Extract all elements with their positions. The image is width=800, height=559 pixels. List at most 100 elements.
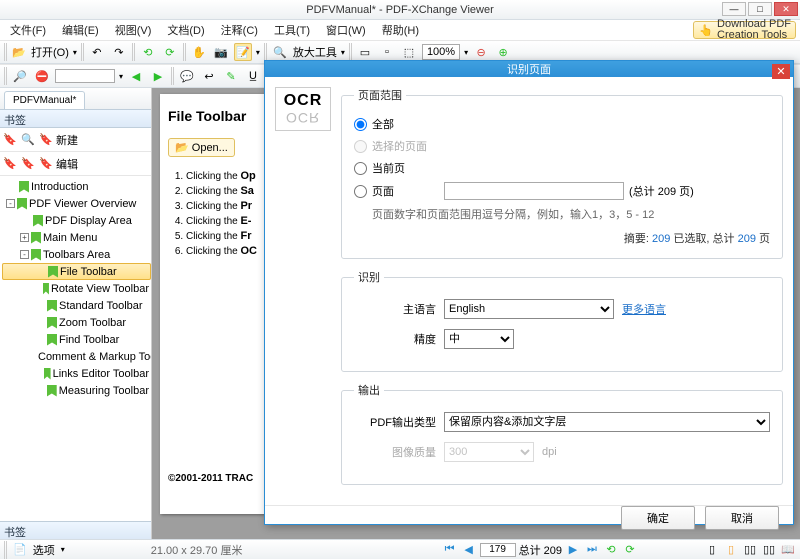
statusbar-grip[interactable] bbox=[4, 541, 7, 559]
bookmark-item[interactable]: -PDF Viewer Overview bbox=[2, 195, 151, 212]
bookmark-item[interactable]: Measuring Toolbar bbox=[2, 382, 151, 399]
bookmark-search-icon[interactable]: 🔍 bbox=[20, 132, 36, 148]
toolbar-grip[interactable] bbox=[183, 43, 186, 61]
zoom-value[interactable]: 100% bbox=[422, 44, 460, 60]
window-maximize-button[interactable]: □ bbox=[748, 2, 772, 16]
sidebar-edit-button[interactable]: 编辑 bbox=[56, 156, 78, 172]
hand-tool-button[interactable]: ✋ bbox=[190, 43, 208, 61]
bookmark-new-icon[interactable]: 🔖 bbox=[2, 132, 18, 148]
bookmark-item[interactable]: Find Toolbar bbox=[2, 331, 151, 348]
bookmark-expand-icon[interactable]: 🔖 bbox=[2, 156, 18, 172]
next-page-button[interactable]: ▶ bbox=[565, 542, 581, 558]
snapshot-tool-button[interactable]: 📷 bbox=[212, 43, 230, 61]
menu-comment[interactable]: 注释(C) bbox=[215, 20, 264, 40]
range-pages-input[interactable] bbox=[444, 182, 624, 200]
range-current-radio[interactable] bbox=[354, 162, 367, 175]
more-languages-link[interactable]: 更多语言 bbox=[622, 301, 666, 317]
zoom-minus-button[interactable]: ⊖ bbox=[472, 43, 490, 61]
dialog-titlebar[interactable]: 识别页面 ✕ bbox=[265, 61, 793, 77]
bookmark-item[interactable]: Introduction bbox=[2, 178, 151, 195]
fit-page-button[interactable]: ▫ bbox=[378, 43, 396, 61]
rotate-ccw-button[interactable]: ⟲ bbox=[139, 43, 157, 61]
callout-button[interactable]: ↩︎ bbox=[200, 67, 218, 85]
layout-continuous-button[interactable]: ▯ bbox=[723, 542, 739, 558]
select-tool-button[interactable]: 📝 bbox=[234, 43, 252, 61]
find-prev-button[interactable]: ◀ bbox=[127, 67, 145, 85]
page-number-input[interactable] bbox=[480, 543, 516, 557]
bookmark-item[interactable]: + Main Menu bbox=[2, 229, 151, 246]
toolbar-grip[interactable] bbox=[4, 43, 7, 61]
window-minimize-button[interactable]: — bbox=[722, 2, 746, 16]
accuracy-select[interactable]: 中 bbox=[444, 329, 514, 349]
bookmark-item[interactable]: Zoom Toolbar bbox=[2, 314, 151, 331]
find-button[interactable]: 🔎 bbox=[11, 67, 29, 85]
layout-facing-button[interactable]: ▯▯ bbox=[742, 542, 758, 558]
bookmark-icon[interactable]: 🔖 bbox=[38, 132, 54, 148]
menu-view[interactable]: 视图(V) bbox=[109, 20, 158, 40]
toolbar-grip[interactable] bbox=[81, 43, 84, 61]
menu-help[interactable]: 帮助(H) bbox=[376, 20, 425, 40]
bookmark-tree[interactable]: Introduction-PDF Viewer OverviewPDF Disp… bbox=[0, 176, 151, 521]
dialog-ok-button[interactable]: 确定 bbox=[621, 506, 695, 530]
dialog-close-button[interactable]: ✕ bbox=[772, 64, 790, 79]
bookmark-item[interactable]: PDF Display Area bbox=[2, 212, 151, 229]
dialog-cancel-button[interactable]: 取消 bbox=[705, 506, 779, 530]
document-tab[interactable]: PDFVManual* bbox=[4, 91, 85, 109]
nav-back-button[interactable]: ⟲ bbox=[603, 542, 619, 558]
bookmark-item[interactable]: Rotate View Toolbar bbox=[2, 280, 151, 297]
menu-file[interactable]: 文件(F) bbox=[4, 20, 52, 40]
fit-width-button[interactable]: ⬚ bbox=[400, 43, 418, 61]
toolbar-grip[interactable] bbox=[349, 43, 352, 61]
bookmark-item[interactable]: Links Editor Toolbar bbox=[2, 365, 151, 382]
layout-book-button[interactable]: 📖 bbox=[780, 542, 796, 558]
download-pdf-tools-button[interactable]: 👆 Download PDF Creation Tools bbox=[693, 21, 796, 39]
menu-tool[interactable]: 工具(T) bbox=[268, 20, 316, 40]
open-button[interactable]: 打开(O) bbox=[31, 44, 69, 60]
layout-single-button[interactable]: ▯ bbox=[704, 542, 720, 558]
lang-select[interactable]: English bbox=[444, 299, 614, 319]
bookmark-item[interactable]: -Toolbars Area bbox=[2, 246, 151, 263]
rotate-cw-button[interactable]: ⟳ bbox=[161, 43, 179, 61]
menu-edit[interactable]: 编辑(E) bbox=[56, 20, 105, 40]
nav-forward-button[interactable]: ⟳ bbox=[622, 542, 638, 558]
page-total-label: 总计 209 bbox=[519, 542, 562, 558]
last-page-button[interactable]: ⏭ bbox=[584, 542, 600, 558]
toolbar-grip[interactable] bbox=[4, 67, 7, 85]
prev-page-button[interactable]: ◀ bbox=[461, 542, 477, 558]
bookmark-item[interactable]: Comment & Markup Toolbar bbox=[2, 348, 151, 365]
sidebar-new-button[interactable]: 新建 bbox=[56, 132, 78, 148]
find-input[interactable] bbox=[55, 69, 115, 83]
window-close-button[interactable]: ✕ bbox=[774, 2, 798, 16]
bookmark-label: Main Menu bbox=[43, 232, 97, 244]
options-button[interactable]: 选项 bbox=[33, 542, 55, 558]
tree-expand-icon[interactable]: + bbox=[20, 233, 29, 242]
tree-expand-icon[interactable]: - bbox=[6, 199, 15, 208]
underline-button[interactable]: U̲ bbox=[244, 67, 262, 85]
highlight-button[interactable]: ✎ bbox=[222, 67, 240, 85]
zoom-tool-label[interactable]: 放大工具 bbox=[293, 44, 337, 60]
zoom-out-button[interactable]: 🔍 bbox=[271, 43, 289, 61]
redo-button[interactable]: ↷ bbox=[110, 43, 128, 61]
bookmark-item[interactable]: File Toolbar bbox=[2, 263, 151, 280]
tree-expand-icon[interactable]: - bbox=[20, 250, 29, 259]
toolbar-grip[interactable] bbox=[171, 67, 174, 85]
bookmark-item[interactable]: Standard Toolbar bbox=[2, 297, 151, 314]
bookmark-collapse-icon[interactable]: 🔖 bbox=[20, 156, 36, 172]
output-type-select[interactable]: 保留原内容&添加文字层 bbox=[444, 412, 770, 432]
find-next-button[interactable]: ▶ bbox=[149, 67, 167, 85]
undo-button[interactable]: ↶ bbox=[88, 43, 106, 61]
zoom-plus-button[interactable]: ⊕ bbox=[494, 43, 512, 61]
toolbar-grip[interactable] bbox=[132, 43, 135, 61]
layout-facing-cont-button[interactable]: ▯▯ bbox=[761, 542, 777, 558]
range-all-radio[interactable] bbox=[354, 118, 367, 131]
range-pages-radio[interactable] bbox=[354, 185, 367, 198]
toolbar-grip[interactable] bbox=[264, 43, 267, 61]
actual-size-button[interactable]: ▭ bbox=[356, 43, 374, 61]
stop-button[interactable]: ⛔ bbox=[33, 67, 51, 85]
first-page-button[interactable]: ⏮ bbox=[442, 542, 458, 558]
menu-document[interactable]: 文档(D) bbox=[161, 20, 210, 40]
bookmark-edit-icon[interactable]: 🔖 bbox=[38, 156, 54, 172]
sidebar-footer[interactable]: 书签 bbox=[0, 521, 151, 539]
note-button[interactable]: 💬 bbox=[178, 67, 196, 85]
menu-window[interactable]: 窗口(W) bbox=[320, 20, 372, 40]
